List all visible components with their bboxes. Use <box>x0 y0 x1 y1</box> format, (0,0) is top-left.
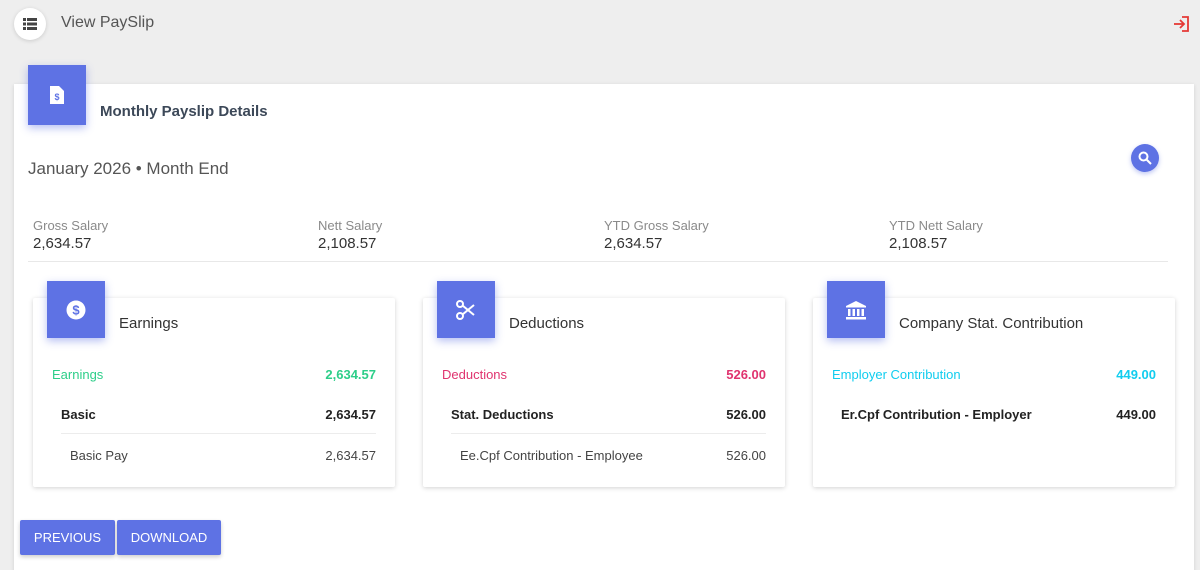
summary-ytd-nett-salary: YTD Nett Salary 2,108.57 <box>889 218 983 252</box>
deductions-section-label: Deductions <box>442 367 508 382</box>
top-bar: View PaySlip <box>0 0 1200 48</box>
earnings-item-row: Basic Pay 2,634.57 <box>70 448 376 463</box>
summary-label: Nett Salary <box>318 218 383 233</box>
summary-value: 2,634.57 <box>33 235 92 252</box>
divider <box>451 433 766 434</box>
divider <box>61 433 376 434</box>
bank-icon <box>827 281 885 338</box>
company-contribution-title: Company Stat. Contribution <box>899 315 1084 332</box>
previous-button[interactable]: PREVIOUS <box>20 520 115 555</box>
dollar-icon: $ <box>47 281 105 338</box>
company-section-label: Employer Contribution <box>832 367 961 382</box>
deductions-group-value: 526.00 <box>726 407 766 422</box>
deductions-group-row: Stat. Deductions 526.00 <box>451 407 766 422</box>
earnings-group-label: Basic <box>61 407 96 422</box>
logout-icon[interactable] <box>1171 14 1191 34</box>
summary-gross-salary: Gross Salary 2,634.57 <box>33 218 108 252</box>
earnings-section-value: 2,634.57 <box>325 367 376 382</box>
earnings-section-row: Earnings 2,634.57 <box>52 367 376 382</box>
list-icon[interactable] <box>14 8 46 40</box>
svg-text:$: $ <box>72 302 80 317</box>
summary-value: 2,634.57 <box>604 235 663 252</box>
earnings-group-value: 2,634.57 <box>325 407 376 422</box>
earnings-item-label: Basic Pay <box>70 448 128 463</box>
page-title: View PaySlip <box>61 14 155 31</box>
company-section-value: 449.00 <box>1116 367 1156 382</box>
summary-value: 2,108.57 <box>889 235 948 252</box>
search-icon[interactable] <box>1131 144 1159 172</box>
svg-text:$: $ <box>54 92 59 102</box>
summary-label: YTD Gross Salary <box>604 218 709 233</box>
deductions-item-label: Ee.Cpf Contribution - Employee <box>460 448 643 463</box>
summary-ytd-gross-salary: YTD Gross Salary 2,634.57 <box>604 218 709 252</box>
deductions-section-row: Deductions 526.00 <box>442 367 766 382</box>
card-title: Monthly Payslip Details <box>100 103 268 120</box>
deductions-section-value: 526.00 <box>726 367 766 382</box>
company-group-label: Er.Cpf Contribution - Employer <box>841 407 1032 422</box>
payslip-period: January 2026 • Month End <box>28 159 229 178</box>
earnings-item-value: 2,634.57 <box>325 448 376 463</box>
deductions-group-label: Stat. Deductions <box>451 407 554 422</box>
summary-label: YTD Nett Salary <box>889 218 983 233</box>
company-group-row: Er.Cpf Contribution - Employer 449.00 <box>841 407 1156 422</box>
deductions-item-value: 526.00 <box>726 448 766 463</box>
deductions-item-row: Ee.Cpf Contribution - Employee 526.00 <box>460 448 766 463</box>
summary-label: Gross Salary <box>33 218 109 233</box>
summary-nett-salary: Nett Salary 2,108.57 <box>318 218 382 252</box>
scissors-icon <box>437 281 495 338</box>
earnings-group-row: Basic 2,634.57 <box>61 407 376 422</box>
earnings-title: Earnings <box>119 315 179 332</box>
company-group-value: 449.00 <box>1116 407 1156 422</box>
company-section-row: Employer Contribution 449.00 <box>832 367 1156 382</box>
payslip-document-icon: $ <box>28 65 86 125</box>
download-button[interactable]: DOWNLOAD <box>117 520 221 555</box>
divider <box>28 261 1168 262</box>
deductions-title: Deductions <box>509 315 585 332</box>
earnings-section-label: Earnings <box>52 367 104 382</box>
summary-value: 2,108.57 <box>318 235 377 252</box>
